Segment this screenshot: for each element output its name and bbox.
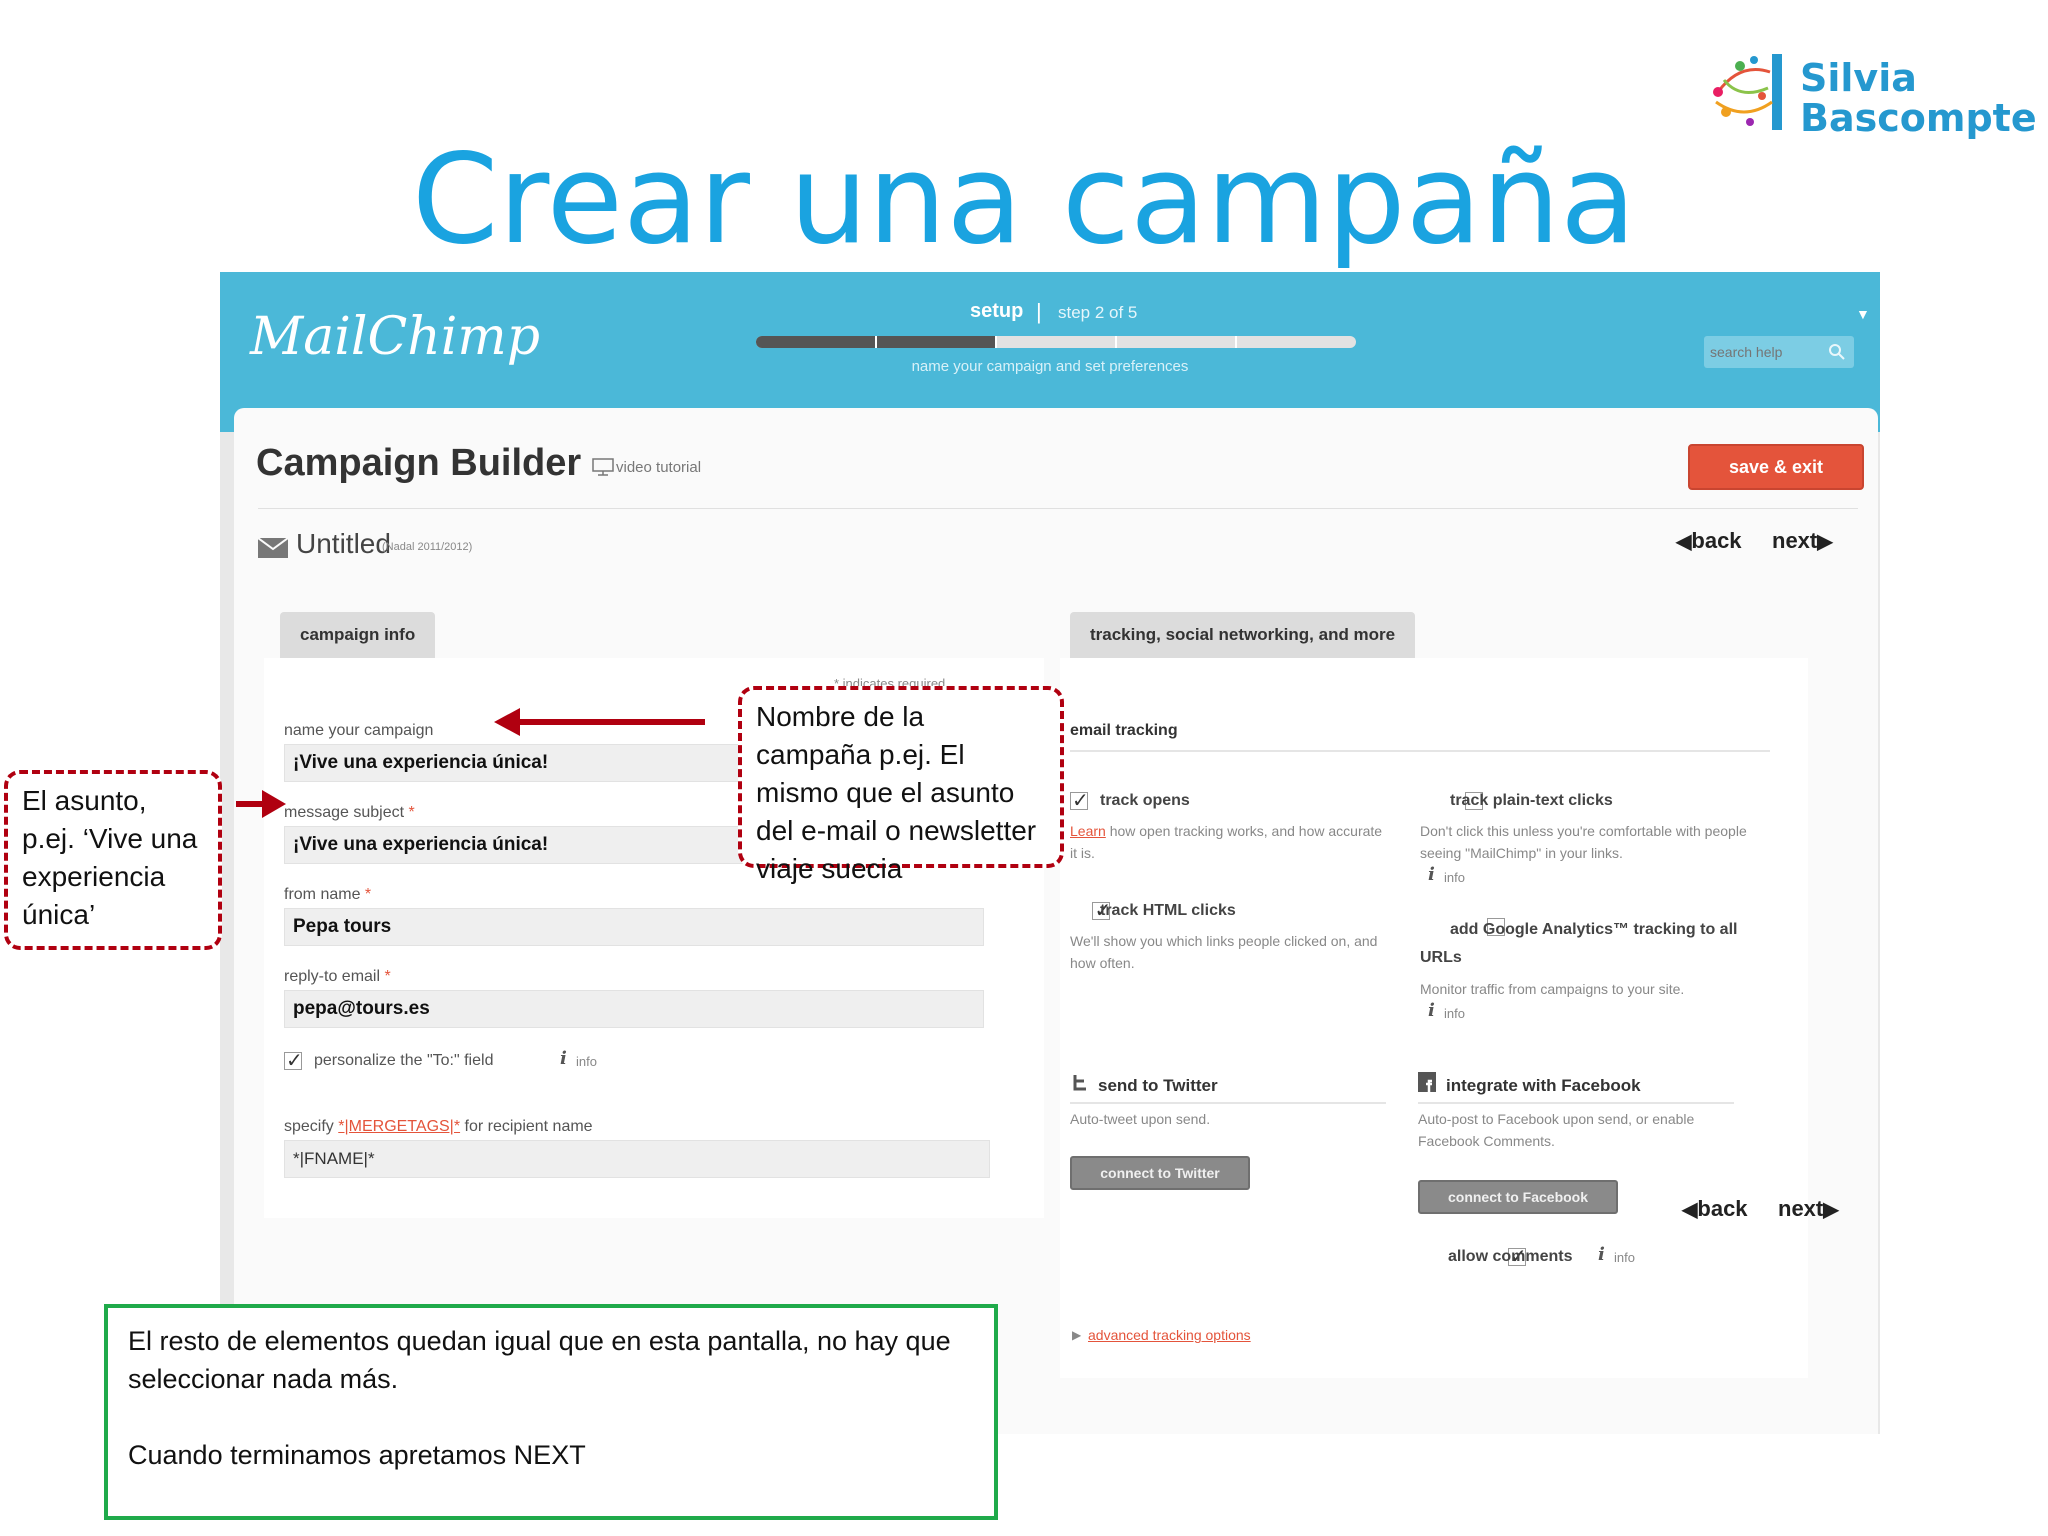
arrow-to-subject-field: [236, 790, 286, 818]
subject-callout: El asunto, p.ej. ‘Vive una experiencia ú…: [4, 770, 222, 950]
arrow-to-name-field: [494, 708, 705, 736]
instructions-text-2: Cuando terminamos apretamos NEXT: [128, 1440, 586, 1470]
name-callout: Nombre de la campaña p.ej. El mismo que …: [738, 686, 1064, 884]
instructions-text-1: El resto de elementos quedan igual que e…: [128, 1326, 951, 1394]
instructions-box: El resto de elementos quedan igual que e…: [104, 1304, 998, 1520]
